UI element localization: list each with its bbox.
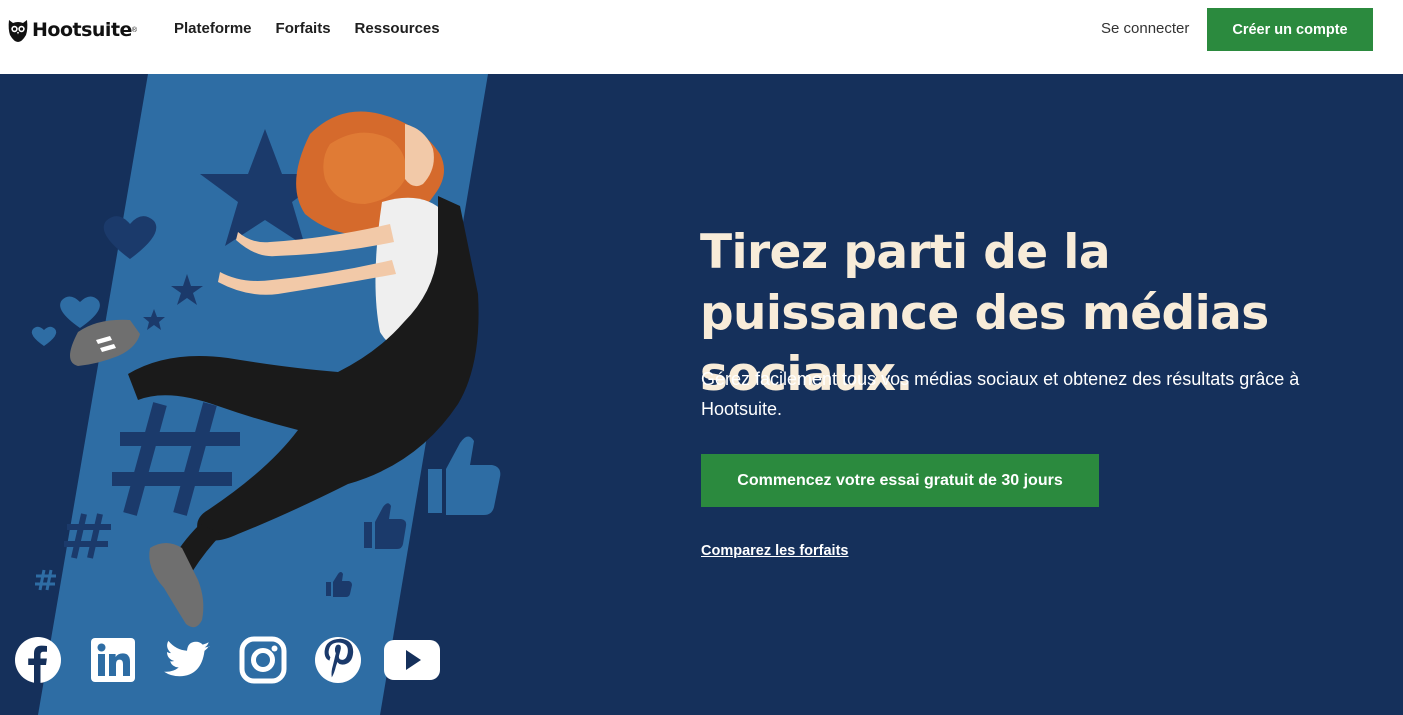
hero-section: Tirez parti de la puissance des médias s… bbox=[0, 74, 1403, 715]
hero-illustration bbox=[31, 74, 501, 715]
top-navigation-bar: Hootsuite ® Plateforme Forfaits Ressourc… bbox=[0, 0, 1403, 74]
login-link[interactable]: Se connecter bbox=[1101, 19, 1189, 39]
heart-shape bbox=[31, 326, 57, 346]
thumbs-up-shape bbox=[428, 436, 501, 515]
heart-shape bbox=[60, 296, 100, 328]
registered-mark: ® bbox=[131, 26, 138, 34]
logo-wordmark: Hootsuite bbox=[32, 19, 132, 41]
pinterest-icon bbox=[315, 637, 361, 683]
facebook-icon bbox=[15, 637, 61, 683]
instagram-icon bbox=[239, 636, 287, 684]
hashtag-shape bbox=[35, 569, 56, 591]
nav-item-plateforme[interactable]: Plateforme bbox=[174, 19, 252, 39]
hootsuite-logo[interactable]: Hootsuite ® bbox=[7, 16, 137, 44]
linkedin-icon bbox=[91, 638, 135, 682]
start-free-trial-button[interactable]: Commencez votre essai gratuit de 30 jour… bbox=[701, 454, 1099, 507]
compare-plans-link[interactable]: Comparez les forfaits bbox=[701, 543, 848, 559]
nav-item-ressources[interactable]: Ressources bbox=[355, 19, 440, 39]
nav-item-forfaits[interactable]: Forfaits bbox=[276, 19, 331, 39]
main-nav: Plateforme Forfaits Ressources bbox=[174, 19, 464, 39]
hero-subtext: Gérez facilement tous vos médias sociaux… bbox=[701, 369, 1300, 419]
twitter-icon bbox=[164, 640, 210, 677]
youtube-icon bbox=[384, 640, 440, 680]
create-account-button[interactable]: Créer un compte bbox=[1207, 8, 1373, 51]
owl-logo-icon bbox=[8, 20, 28, 42]
